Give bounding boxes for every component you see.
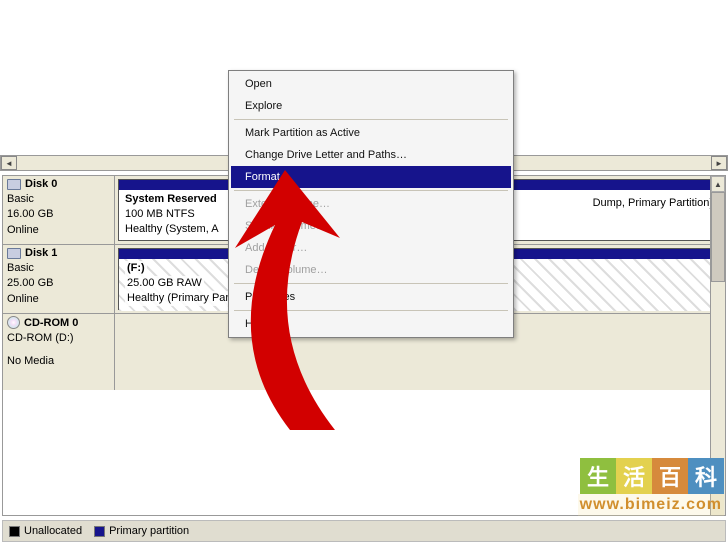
disk-0-size: 16.00 GB [7, 207, 110, 222]
menu-separator [234, 190, 508, 191]
disk-0-kind: Basic [7, 192, 110, 207]
disk-icon [7, 179, 21, 190]
scroll-up-icon[interactable]: ▲ [711, 176, 725, 192]
wm-char-1: 生 [580, 458, 616, 494]
wm-char-3: 百 [652, 458, 688, 494]
disk-0-title: Disk 0 [25, 178, 57, 190]
scroll-left-icon[interactable]: ◄ [1, 156, 17, 170]
menu-separator [234, 283, 508, 284]
legend-unallocated: Unallocated [9, 525, 82, 537]
disk-icon [7, 248, 21, 259]
context-menu: Open Explore Mark Partition as Active Ch… [228, 70, 514, 338]
legend-swatch-blue [94, 526, 105, 537]
menu-delete-volume: Delete Volume… [231, 259, 511, 281]
cdrom-title: CD-ROM 0 [24, 317, 78, 329]
menu-help[interactable]: Help [231, 313, 511, 335]
menu-extend-volume: Extend Volume… [231, 193, 511, 215]
watermark-url: www.bimeiz.com [578, 494, 724, 516]
legend-bar: Unallocated Primary partition [2, 520, 726, 542]
menu-explore[interactable]: Explore [231, 95, 511, 117]
cdrom-drive-letter: CD-ROM (D:) [7, 331, 110, 346]
wm-char-2: 活 [616, 458, 652, 494]
legend-swatch-black [9, 526, 20, 537]
watermark: 生 活 百 科 www.bimeiz.com [578, 458, 724, 516]
scroll-right-icon[interactable]: ► [711, 156, 727, 170]
cd-icon [7, 316, 20, 329]
disk-0-status: Online [7, 223, 110, 238]
menu-properties[interactable]: Properties [231, 286, 511, 308]
disk-1-status: Online [7, 292, 110, 307]
partition-status: Healthy (Primary Par [125, 291, 231, 306]
disk-1-title: Disk 1 [25, 247, 57, 259]
partition-right-text: Dump, Primary Partition) [593, 196, 713, 211]
scroll-thumb[interactable] [711, 192, 725, 282]
menu-add-mirror: Add Mirror… [231, 237, 511, 259]
disk-1-kind: Basic [7, 261, 110, 276]
legend-label-unallocated: Unallocated [24, 525, 82, 537]
disk-1-label[interactable]: Disk 1 Basic 25.00 GB Online [3, 245, 115, 313]
menu-mark-active[interactable]: Mark Partition as Active [231, 122, 511, 144]
disk-1-size: 25.00 GB [7, 276, 110, 291]
menu-shrink-volume: Shrink Volume… [231, 215, 511, 237]
legend-primary: Primary partition [94, 525, 189, 537]
partition-name: (F:) [125, 261, 147, 276]
menu-change-letter[interactable]: Change Drive Letter and Paths… [231, 144, 511, 166]
watermark-badge: 生 活 百 科 [580, 458, 724, 494]
disk-0-label[interactable]: Disk 0 Basic 16.00 GB Online [3, 176, 115, 244]
menu-separator [234, 119, 508, 120]
legend-label-primary: Primary partition [109, 525, 189, 537]
menu-separator [234, 310, 508, 311]
cdrom-nomedia: No Media [7, 354, 110, 369]
wm-char-4: 科 [688, 458, 724, 494]
cdrom-label[interactable]: CD-ROM 0 CD-ROM (D:) No Media [3, 314, 115, 390]
menu-format[interactable]: Format… [231, 166, 511, 188]
menu-open[interactable]: Open [231, 73, 511, 95]
partition-detail: 25.00 GB RAW [125, 276, 204, 291]
